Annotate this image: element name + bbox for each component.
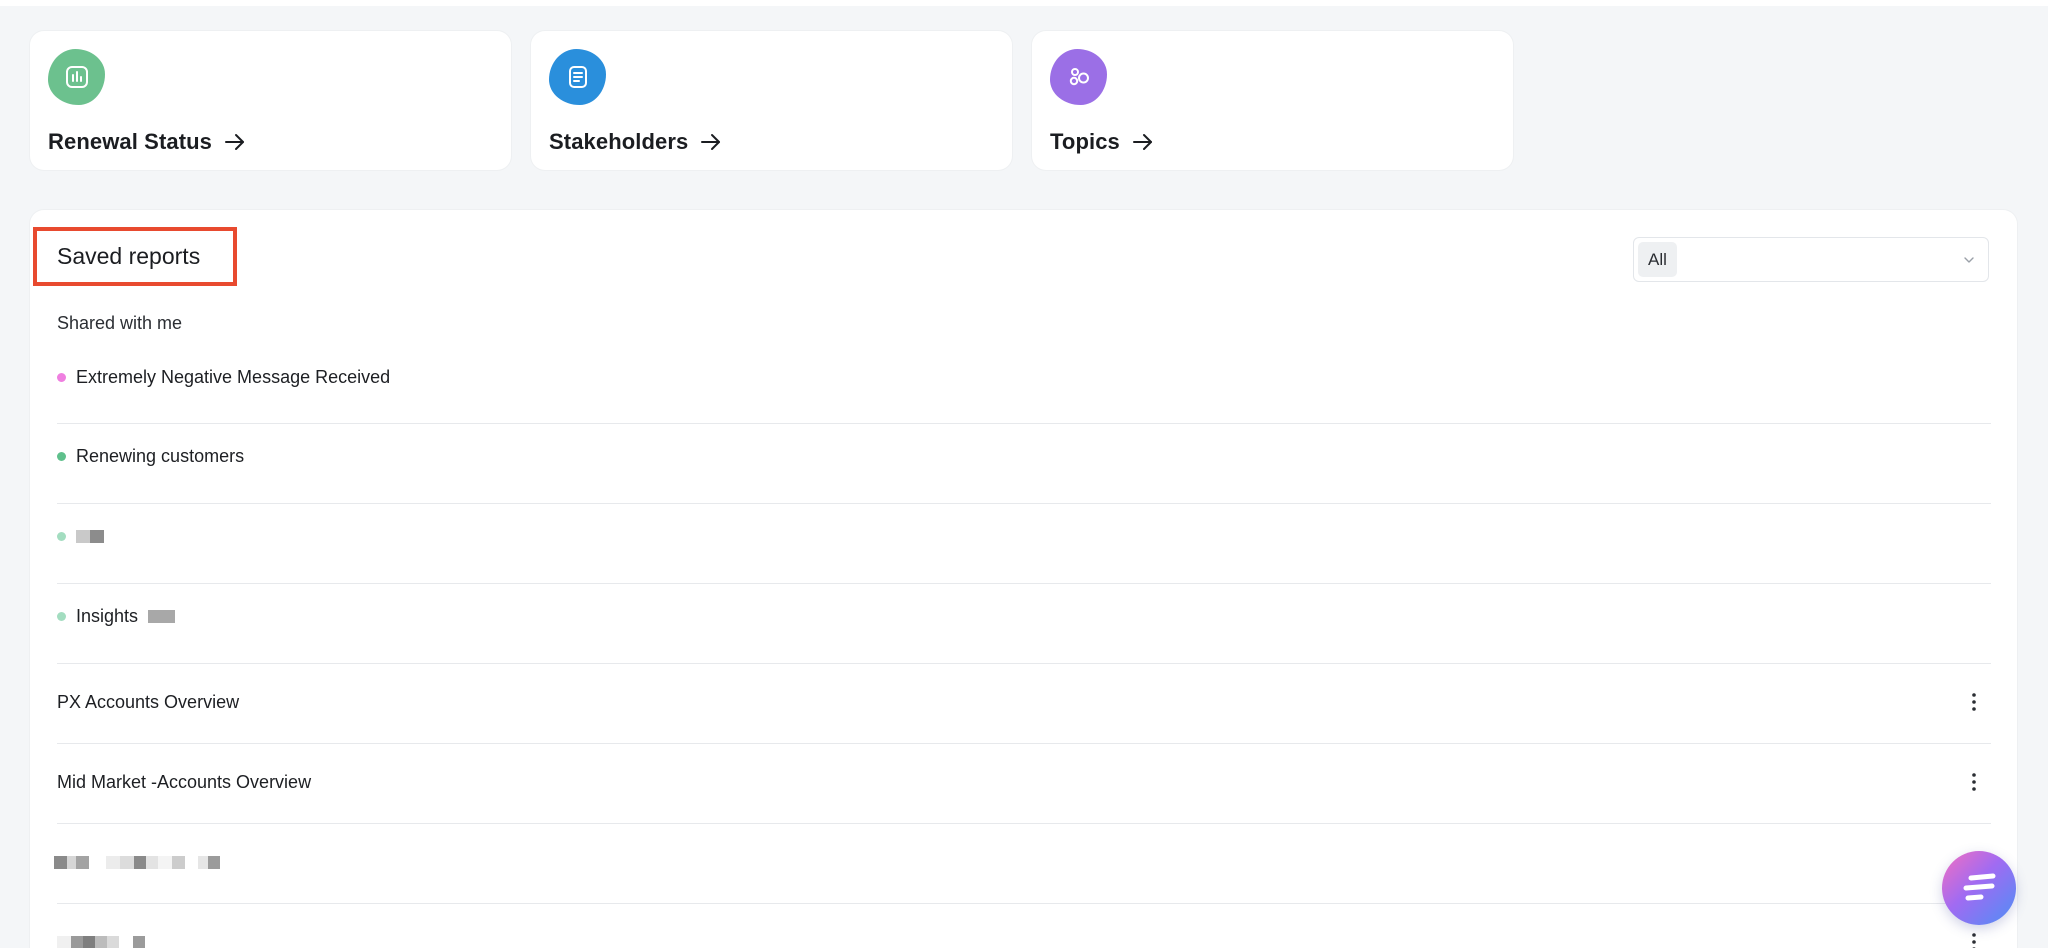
arrow-right-icon <box>1132 134 1152 150</box>
bubbles-icon <box>1050 49 1107 105</box>
top-strip <box>0 0 2048 6</box>
quick-link-renewal-status[interactable]: Renewal Status <box>30 31 511 170</box>
redacted-text <box>148 610 176 623</box>
card-title: Topics <box>1050 129 1120 154</box>
report-row[interactable]: Renewing customers <box>57 424 1991 504</box>
report-row[interactable]: Extremely Negative Message Received <box>57 345 1991 424</box>
card-title: Renewal Status <box>48 129 213 154</box>
status-dot <box>57 612 66 621</box>
chevron-down-icon <box>1964 257 1974 263</box>
quick-link-topics[interactable]: Topics <box>1032 31 1513 170</box>
report-row[interactable] <box>54 824 1991 904</box>
filter-selected-value: All <box>1638 242 1677 277</box>
report-row[interactable] <box>57 904 1991 948</box>
redacted-text <box>54 856 220 869</box>
report-list: Extremely Negative Message Received Rene… <box>54 345 1991 948</box>
card-title-row: Renewal Status <box>48 129 246 155</box>
more-vertical-icon[interactable] <box>1971 772 1977 792</box>
page: Renewal Status Stakeholders Topics Saved… <box>0 0 2048 948</box>
report-name: Extremely Negative Message Received <box>76 366 391 387</box>
card-title: Stakeholders <box>549 129 689 154</box>
arrow-right-icon <box>225 134 245 150</box>
arrow-right-icon <box>701 134 721 150</box>
card-title-row: Stakeholders <box>549 129 722 155</box>
report-name: PX Accounts Overview <box>57 692 240 712</box>
saved-reports-panel: Saved reports All Shared with me Extreme… <box>30 210 2017 948</box>
report-name: Mid Market -Accounts Overview <box>57 772 312 792</box>
report-filter-select[interactable]: All <box>1633 237 1989 282</box>
more-vertical-icon[interactable] <box>1971 692 1977 712</box>
bar-chart-icon <box>48 49 105 105</box>
report-row[interactable]: Mid Market -Accounts Overview <box>57 744 1991 824</box>
report-row[interactable] <box>57 504 1991 584</box>
status-dot <box>57 372 66 382</box>
card-title-row: Topics <box>1050 129 1154 155</box>
saved-reports-title-highlight: Saved reports <box>33 227 237 286</box>
section-label-shared: Shared with me <box>57 313 183 333</box>
document-list-icon <box>549 49 606 105</box>
status-dot <box>57 532 66 541</box>
report-name: Renewing customers <box>76 446 245 466</box>
redacted-text <box>57 936 145 948</box>
chat-lines-icon <box>1963 873 1996 901</box>
panel-title: Saved reports <box>57 243 201 269</box>
report-row[interactable]: Insights <box>57 584 1991 664</box>
report-name: Insights <box>76 606 139 626</box>
more-vertical-icon[interactable] <box>1971 932 1977 948</box>
status-dot <box>57 452 66 461</box>
chat-launcher-button[interactable] <box>1942 851 2016 925</box>
report-row[interactable]: PX Accounts Overview <box>57 664 1991 744</box>
redacted-text <box>76 530 104 543</box>
quick-links: Renewal Status Stakeholders Topics <box>30 31 1513 170</box>
quick-link-stakeholders[interactable]: Stakeholders <box>531 31 1012 170</box>
